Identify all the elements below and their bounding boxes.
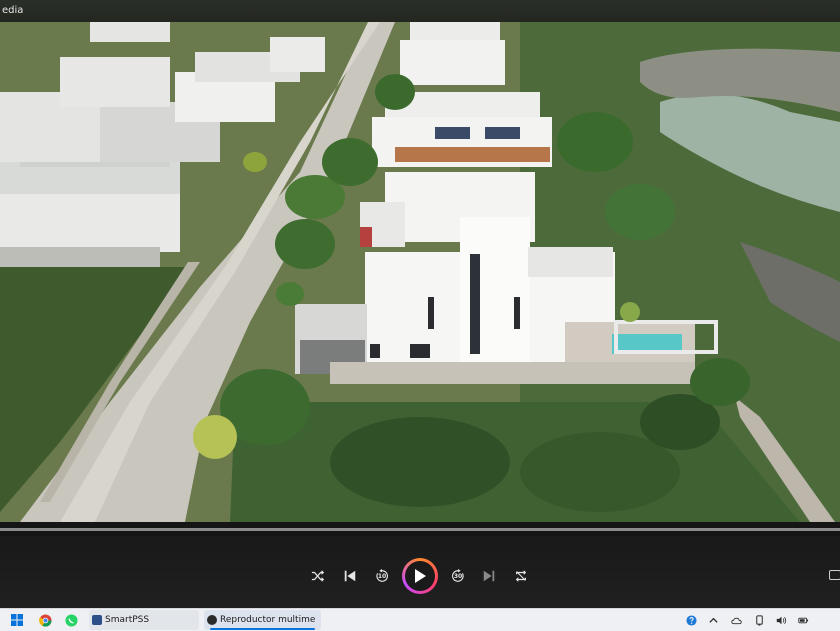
rewind-label: 10: [377, 573, 387, 581]
shuffle-button[interactable]: [308, 566, 328, 586]
cloud-icon: [730, 617, 742, 624]
taskbar-whatsapp[interactable]: [64, 613, 78, 627]
play-button-inner: [405, 561, 435, 591]
taskbar-app-label: SmartPSS: [105, 615, 150, 625]
taskbar-chrome[interactable]: [38, 613, 52, 627]
skip-next-icon: [483, 570, 495, 582]
battery-icon: [797, 617, 808, 623]
repeat-icon: [515, 570, 527, 582]
start-button[interactable]: [10, 613, 24, 627]
speaker-icon: [776, 616, 786, 624]
smartpss-icon: [92, 615, 102, 625]
window-title-bar: edia: [0, 0, 840, 22]
chrome-icon: [38, 613, 52, 627]
skip-previous-icon: [344, 570, 356, 582]
windows-logo-icon: [11, 614, 23, 626]
tray-volume[interactable]: [774, 613, 788, 627]
seek-bar[interactable]: [0, 528, 840, 531]
play-button[interactable]: [402, 558, 438, 594]
help-icon: [685, 614, 697, 626]
playback-controls: 10 30: [0, 536, 840, 608]
previous-button[interactable]: [340, 566, 360, 586]
miniplayer-icon[interactable]: [829, 570, 840, 580]
forward-30-button[interactable]: 30: [448, 566, 468, 586]
tray-device[interactable]: [752, 613, 766, 627]
seek-bar-area: [0, 522, 840, 536]
whatsapp-icon: [64, 613, 78, 627]
tray-help[interactable]: [684, 613, 698, 627]
tray-battery[interactable]: [796, 613, 810, 627]
taskbar: SmartPSS Reproductor multime: [0, 608, 840, 631]
forward-label: 30: [453, 573, 463, 581]
tray-onedrive[interactable]: [729, 613, 743, 627]
usb-device-icon: [755, 614, 763, 626]
taskbar-app-smartpss[interactable]: SmartPSS: [89, 610, 199, 630]
rewind-10-button[interactable]: 10: [372, 566, 392, 586]
video-image: [0, 22, 840, 522]
tray-overflow[interactable]: [706, 613, 720, 627]
media-player-icon: [207, 615, 217, 625]
window-title: edia: [2, 5, 24, 16]
taskbar-app-media-player[interactable]: Reproductor multime: [204, 610, 321, 630]
play-icon: [415, 569, 426, 583]
repeat-button[interactable]: [511, 566, 531, 586]
chevron-up-icon: [708, 617, 718, 623]
next-button[interactable]: [479, 566, 499, 586]
shuffle-icon: [311, 570, 325, 582]
taskbar-app-label: Reproductor multime: [220, 615, 316, 625]
video-frame[interactable]: [0, 22, 840, 522]
